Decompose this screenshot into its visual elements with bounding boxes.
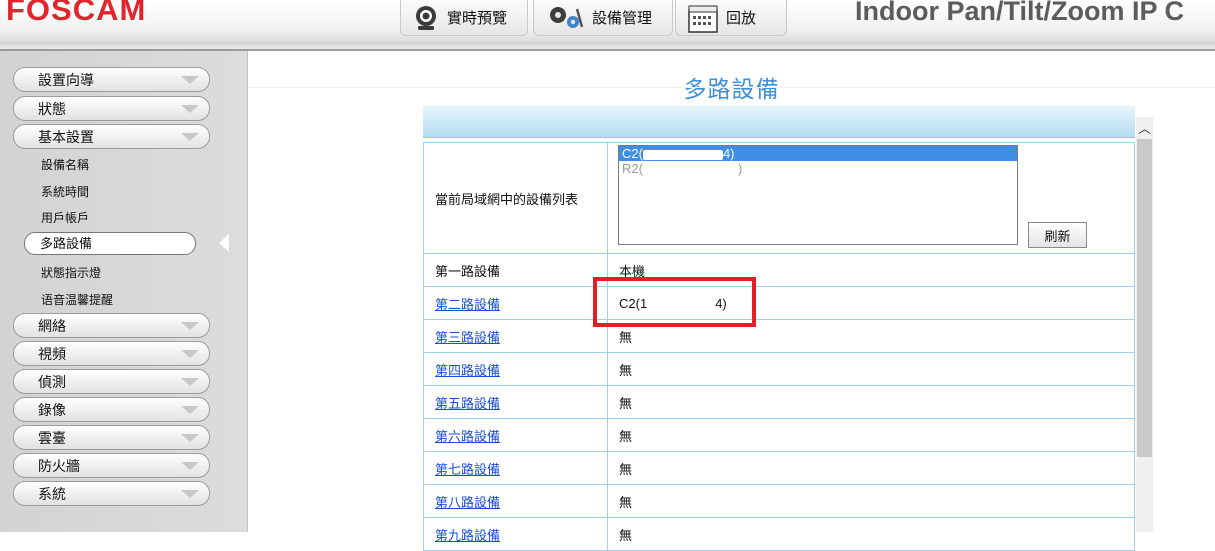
menu-label: 偵測	[38, 373, 66, 390]
table-row: 第七路設備 無	[423, 451, 1135, 485]
row-label-cell: 第五路設備	[423, 385, 608, 419]
menu-label: 視頻	[38, 345, 66, 362]
menu-label: 雲臺	[38, 429, 66, 446]
menu-firewall[interactable]: 防火牆	[13, 453, 210, 478]
title-divider	[248, 87, 1215, 88]
sidebar-item-voice-prompt[interactable]: 语音温馨提醒	[41, 291, 113, 308]
refresh-button[interactable]: 刷新	[1028, 222, 1087, 248]
row-value: 無	[607, 352, 1135, 386]
highlight-annotation-box	[593, 277, 756, 327]
menu-recording[interactable]: 錄像	[13, 397, 210, 422]
menu-video[interactable]: 視頻	[13, 341, 210, 366]
sidebar-item-device-name[interactable]: 設備名稱	[41, 156, 89, 173]
menu-label: 設置向導	[38, 71, 94, 88]
chevron-down-icon	[181, 322, 199, 330]
device-link[interactable]: 第四路設備	[435, 363, 500, 378]
chevron-down-icon	[181, 133, 199, 141]
menu-label: 網絡	[38, 317, 66, 334]
row-label-cell: 第二路設備	[423, 286, 608, 320]
device-link[interactable]: 第五路設備	[435, 396, 500, 411]
tab-playback[interactable]: 回放	[675, 0, 787, 36]
menu-label: 系統	[38, 485, 66, 502]
row-value: 無	[607, 385, 1135, 419]
row-value: 無	[607, 517, 1135, 551]
sidebar-item-system-time[interactable]: 系統時間	[41, 183, 89, 200]
redacted-block	[642, 149, 723, 160]
chevron-down-icon	[181, 434, 199, 442]
product-title: Indoor Pan/Tilt/Zoom IP C	[855, 0, 1185, 26]
menu-label: 基本設置	[38, 128, 94, 145]
scrollbar[interactable]: ︿	[1136, 117, 1153, 532]
row-label-cell: 第八路設備	[423, 484, 608, 518]
calendar-icon	[688, 5, 718, 33]
device-link[interactable]: 第二路設備	[435, 297, 500, 312]
menu-ptz[interactable]: 雲臺	[13, 425, 210, 450]
active-pointer-icon	[219, 234, 229, 252]
menu-label: 狀態	[38, 100, 66, 117]
menu-system[interactable]: 系統	[13, 481, 210, 506]
device-link[interactable]: 第六路設備	[435, 429, 500, 444]
device-link[interactable]: 第七路設備	[435, 462, 500, 477]
tab-device-management-label: 設備管理	[592, 10, 653, 27]
row-label: 第一路設備	[423, 253, 608, 287]
menu-status[interactable]: 狀態	[13, 96, 210, 121]
device-link[interactable]: 第三路設備	[435, 330, 500, 345]
panel-header	[423, 106, 1135, 138]
row-label-cell: 第七路設備	[423, 451, 608, 485]
table-row: 第九路設備 無	[423, 517, 1135, 551]
sidebar: 設置向導 狀態 基本設置 設備名稱 系統時間 用戶帳戶 多路設備 狀態指示燈 语…	[0, 51, 248, 532]
option-prefix: C2(	[622, 146, 643, 161]
sidebar-item-user-accounts[interactable]: 用戶帳戶	[41, 209, 89, 226]
tab-live-view[interactable]: 實時預覽	[400, 0, 528, 36]
table-row: 第三路設備 無	[423, 319, 1135, 353]
sidebar-item-multi-device[interactable]: 多路設備	[24, 232, 196, 255]
chevron-down-icon	[181, 406, 199, 414]
gears-icon	[546, 5, 584, 31]
table-row: 第四路設備 無	[423, 352, 1135, 386]
menu-setup-wizard[interactable]: 設置向導	[13, 67, 210, 92]
chevron-down-icon	[181, 490, 199, 498]
option-prefix: R2(	[622, 161, 643, 176]
menu-label: 錄像	[38, 401, 66, 418]
table-row: 第一路設備 本機	[423, 253, 1135, 287]
sidebar-item-status-led[interactable]: 狀態指示燈	[41, 264, 101, 281]
row-label-cell: 第四路設備	[423, 352, 608, 386]
chevron-down-icon	[181, 350, 199, 358]
table-row: 第二路設備 C2(1 4)	[423, 286, 1135, 320]
device-link[interactable]: 第八路設備	[435, 495, 500, 510]
camera-icon	[413, 5, 439, 31]
table-row: 第八路設備 無	[423, 484, 1135, 518]
table-row: 第五路設備 無	[423, 385, 1135, 419]
option-suffix: )	[737, 161, 743, 176]
top-header: FOSCAM 實時預覽 設備管理 回放 Indoor Pan/Tilt/Zoom…	[0, 0, 1215, 42]
option-suffix: 4)	[722, 146, 735, 161]
chevron-down-icon	[181, 462, 199, 470]
device-link[interactable]: 第九路設備	[435, 528, 500, 543]
chevron-down-icon	[181, 76, 199, 84]
row-value: 無	[607, 418, 1135, 452]
tab-playback-label: 回放	[726, 10, 757, 27]
row-value: 無	[607, 451, 1135, 485]
scroll-up-icon[interactable]: ︿	[1136, 117, 1153, 137]
row-label-cell: 第三路設備	[423, 319, 608, 353]
scroll-thumb[interactable]	[1137, 139, 1152, 457]
menu-detection[interactable]: 偵測	[13, 369, 210, 394]
row-label-cell: 第六路設備	[423, 418, 608, 452]
device-list-label: 當前局域網中的設備列表	[423, 142, 608, 254]
device-option[interactable]: R2()	[619, 161, 1017, 176]
chevron-down-icon	[181, 105, 199, 113]
row-label-cell: 第九路設備	[423, 517, 608, 551]
device-listbox[interactable]: C2( 4) R2()	[618, 145, 1018, 245]
tab-live-view-label: 實時預覽	[447, 10, 508, 27]
device-option-selected[interactable]: C2( 4)	[619, 146, 1017, 161]
menu-label: 防火牆	[38, 457, 80, 474]
foscam-logo: FOSCAM	[6, 0, 147, 27]
menu-network[interactable]: 網絡	[13, 313, 210, 338]
row-value: 無	[607, 484, 1135, 518]
chevron-down-icon	[181, 378, 199, 386]
table-row: 第六路設備 無	[423, 418, 1135, 452]
menu-basic-settings[interactable]: 基本設置	[13, 124, 210, 149]
tab-device-management[interactable]: 設備管理	[533, 0, 673, 36]
